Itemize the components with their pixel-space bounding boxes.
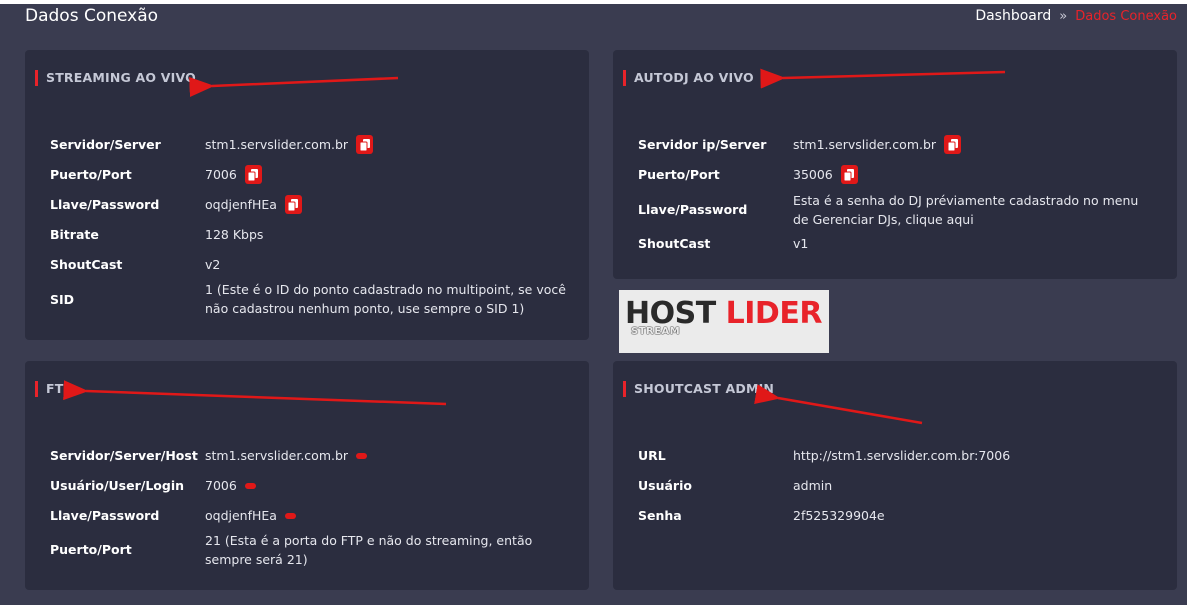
autodj-port-value: 35006 [793,165,858,184]
autodj-shoutcast-label: ShoutCast [638,236,711,251]
ftp-card-title: FTP [35,381,73,397]
autodj-card: AUTODJ AO VIVO Servidor ip/Server stm1.s… [613,50,1177,279]
ftp-user-text: 7006 [205,478,237,493]
autodj-password-label: Llave/Password [638,202,748,217]
streaming-server-text: stm1.servslider.com.br [205,137,349,152]
top-strip [0,0,1187,4]
ftp-password-label: Llave/Password [50,508,160,523]
host-lider-logo: HOST LIDER STREAM [619,290,829,353]
copy-pill-icon[interactable] [244,482,256,489]
ftp-card: FTP Servidor/Server/Host stm1.servslider… [25,361,589,590]
copy-icon[interactable] [356,135,374,154]
ftp-host-text: stm1.servslider.com.br [205,448,349,463]
autodj-card-title: AUTODJ AO VIVO [623,70,754,86]
breadcrumb: Dashboard » Dados Conexão [975,8,1177,24]
streaming-card-title: STREAMING AO VIVO [35,70,196,86]
breadcrumb-separator: » [1059,8,1068,24]
copy-icon[interactable] [944,135,962,154]
autodj-port-text: 35006 [793,167,833,182]
streaming-bitrate-value: 128 Kbps [205,227,264,242]
streaming-sid-label: SID [50,292,75,307]
copy-icon[interactable] [244,165,262,184]
autodj-server-label: Servidor ip/Server [638,137,767,152]
ftp-host-value: stm1.servslider.com.br [205,446,368,465]
autodj-server-value: stm1.servslider.com.br [793,135,962,154]
streaming-server-label: Servidor/Server [50,137,161,152]
logo-lider-text: LIDER [725,296,823,331]
streaming-password-value: oqdjenfHEa [205,195,302,214]
shoutcast-user-label: Usuário [638,478,692,493]
ftp-port-label: Puerto/Port [50,542,132,557]
streaming-port-text: 7006 [205,167,237,182]
logo-stream-text: STREAM [631,326,681,337]
ftp-user-label: Usuário/User/Login [50,478,185,493]
autodj-password-value[interactable]: Esta é a senha do DJ préviamente cadastr… [793,191,1143,229]
streaming-password-text: oqdjenfHEa [205,197,277,212]
shoutcast-password-value: 2f525329904e [793,508,885,523]
ftp-host-label: Servidor/Server/Host [50,448,198,463]
ftp-user-value: 7006 [205,476,256,495]
streaming-password-label: Llave/Password [50,197,160,212]
breadcrumb-dashboard-link[interactable]: Dashboard [975,8,1051,24]
streaming-bitrate-label: Bitrate [50,227,99,242]
streaming-shoutcast-value: v2 [205,257,221,272]
streaming-sid-value: 1 (Este é o ID do ponto cadastrado no mu… [205,282,566,316]
streaming-port-label: Puerto/Port [50,167,132,182]
streaming-server-value: stm1.servslider.com.br [205,135,374,154]
shoutcast-admin-card: SHOUTCAST ADMIN URL http://stm1.servslid… [613,361,1177,590]
breadcrumb-current: Dados Conexão [1075,8,1177,24]
autodj-shoutcast-value: v1 [793,236,809,251]
streaming-shoutcast-label: ShoutCast [50,257,123,272]
shoutcast-url-label: URL [638,448,666,463]
ftp-password-value: oqdjenfHEa [205,506,296,525]
streaming-port-value: 7006 [205,165,262,184]
copy-pill-icon[interactable] [356,452,368,459]
shoutcast-user-value: admin [793,478,833,493]
autodj-server-text: stm1.servslider.com.br [793,137,937,152]
shoutcast-url-value[interactable]: http://stm1.servslider.com.br:7006 [793,446,1010,465]
shoutcast-password-label: Senha [638,508,682,523]
shoutcast-admin-card-title: SHOUTCAST ADMIN [623,381,774,397]
autodj-port-label: Puerto/Port [638,167,720,182]
ftp-password-text: oqdjenfHEa [205,508,277,523]
copy-pill-icon[interactable] [284,512,296,519]
page-title: Dados Conexão [25,6,159,26]
streaming-card: STREAMING AO VIVO Servidor/Server stm1.s… [25,50,589,340]
ftp-port-value: 21 (Esta é a porta do FTP e não do strea… [205,533,533,567]
copy-icon[interactable] [840,165,858,184]
copy-icon[interactable] [284,195,302,214]
